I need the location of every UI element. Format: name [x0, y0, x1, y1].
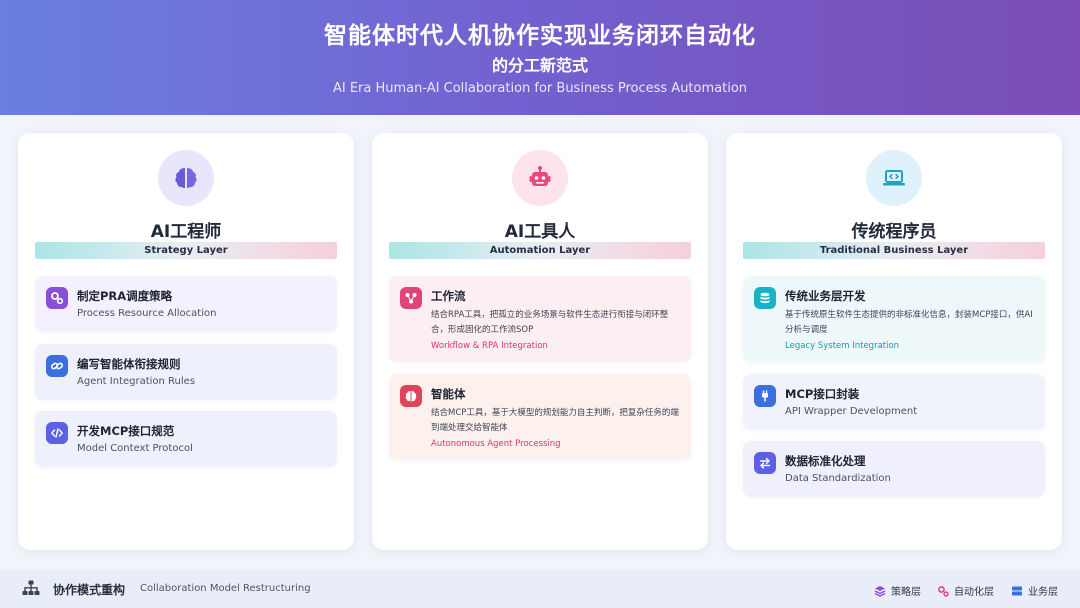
page-subtitle: AI Era Human-AI Collaboration for Busine…	[332, 81, 748, 96]
server-icon	[1011, 585, 1023, 597]
item-title: 传统业务层开发	[785, 289, 866, 303]
header-banner: 智能体时代人机协作实现业务闭环自动化 的分工新范式 AI Era Human-A…	[0, 0, 1080, 115]
item-description: 基于传统原生软件生态提供的非标准化信息，封装MCP接口，供AI分析与调度	[785, 310, 1033, 335]
page-title: 智能体时代人机协作实现业务闭环自动化	[324, 23, 756, 49]
legend-strategy: 策略层	[874, 583, 921, 598]
footer-bar: 协作模式重构 Collaboration Model Restructuring…	[0, 569, 1080, 608]
laptop-code-icon	[866, 150, 922, 206]
list-item-agent[interactable]: 智能体 结合MCP工具，基于大模型的规划能力自主判断，把复杂任务的端到端处理交给…	[389, 374, 691, 460]
list-item-legacy-dev[interactable]: 传统业务层开发 基于传统原生软件生态提供的非标准化信息，封装MCP接口，供AI分…	[743, 276, 1045, 362]
exchange-icon	[754, 452, 776, 474]
list-item-mcp-wrapper[interactable]: MCP接口封装 API Wrapper Development	[743, 374, 1045, 430]
link-icon	[46, 355, 68, 377]
footer-subtitle: Collaboration Model Restructuring	[140, 583, 311, 594]
card-ai-tool-user: AI工具人 Automation Layer 工作流 结合RPA工具，把孤立的业…	[372, 133, 708, 550]
code-icon	[46, 422, 68, 444]
item-english-label: Legacy System Integration	[785, 341, 900, 351]
list-item-workflow[interactable]: 工作流 结合RPA工具，把孤立的业务场景与软件生态进行衔接与闭环整合，形成固化的…	[389, 276, 691, 362]
brain-icon	[400, 385, 422, 407]
list-item-agent-rules[interactable]: 编写智能体衔接规则 Agent Integration Rules	[35, 344, 337, 400]
item-title: 开发MCP接口规范	[77, 424, 175, 438]
item-title: 工作流	[431, 289, 466, 303]
list-item-data-standardization[interactable]: 数据标准化处理 Data Standardization	[743, 441, 1045, 497]
item-english-label: Autonomous Agent Processing	[431, 439, 561, 449]
page-title-line2: 的分工新范式	[491, 56, 588, 75]
gears-icon	[937, 585, 949, 597]
layer-badge: Traditional Business Layer	[743, 242, 1045, 259]
item-description: 结合MCP工具，基于大模型的规划能力自主判断，把复杂任务的端到端处理交给智能体	[431, 408, 679, 433]
list-item-pra-strategy[interactable]: 制定PRA调度策略 Process Resource Allocation	[35, 276, 337, 332]
plug-icon	[754, 385, 776, 407]
card-title: AI工具人	[504, 222, 576, 242]
item-subtitle: Agent Integration Rules	[77, 376, 196, 387]
item-title: 数据标准化处理	[785, 454, 866, 468]
legend-label: 策略层	[891, 587, 921, 598]
item-title: 智能体	[431, 387, 466, 401]
brain-icon	[158, 150, 214, 206]
card-traditional-programmer: 传统程序员 Traditional Business Layer 传统业务层开发…	[726, 133, 1062, 550]
legend-label: 业务层	[1028, 587, 1058, 598]
sitemap-icon	[22, 580, 40, 600]
item-subtitle: Data Standardization	[785, 473, 891, 484]
item-title: 编写智能体衔接规则	[77, 357, 181, 371]
layer-badge: Strategy Layer	[35, 242, 337, 259]
item-subtitle: API Wrapper Development	[785, 406, 918, 417]
item-subtitle: Process Resource Allocation	[77, 308, 217, 319]
item-title: MCP接口封装	[785, 387, 860, 401]
list-item-mcp-spec[interactable]: 开发MCP接口规范 Model Context Protocol	[35, 411, 337, 467]
item-title: 制定PRA调度策略	[77, 289, 173, 303]
legend-automation: 自动化层	[937, 583, 994, 598]
item-description: 结合RPA工具，把孤立的业务场景与软件生态进行衔接与闭环整合，形成固化的工作流S…	[431, 310, 669, 335]
layers-icon	[874, 585, 886, 597]
item-subtitle: Model Context Protocol	[77, 443, 193, 454]
robot-icon	[512, 150, 568, 206]
layer-badge: Automation Layer	[389, 242, 691, 259]
card-title: 传统程序员	[851, 222, 937, 242]
workflow-icon	[400, 287, 422, 309]
footer-title: 协作模式重构	[53, 583, 126, 597]
legend-business: 业务层	[1011, 583, 1058, 598]
database-icon	[754, 287, 776, 309]
item-english-label: Workflow & RPA Integration	[431, 341, 548, 351]
gears-icon	[46, 287, 68, 309]
card-ai-engineer: AI工程师 Strategy Layer 制定PRA调度策略 Process R…	[18, 133, 354, 550]
card-title: AI工程师	[150, 222, 222, 242]
legend-label: 自动化层	[954, 587, 994, 598]
